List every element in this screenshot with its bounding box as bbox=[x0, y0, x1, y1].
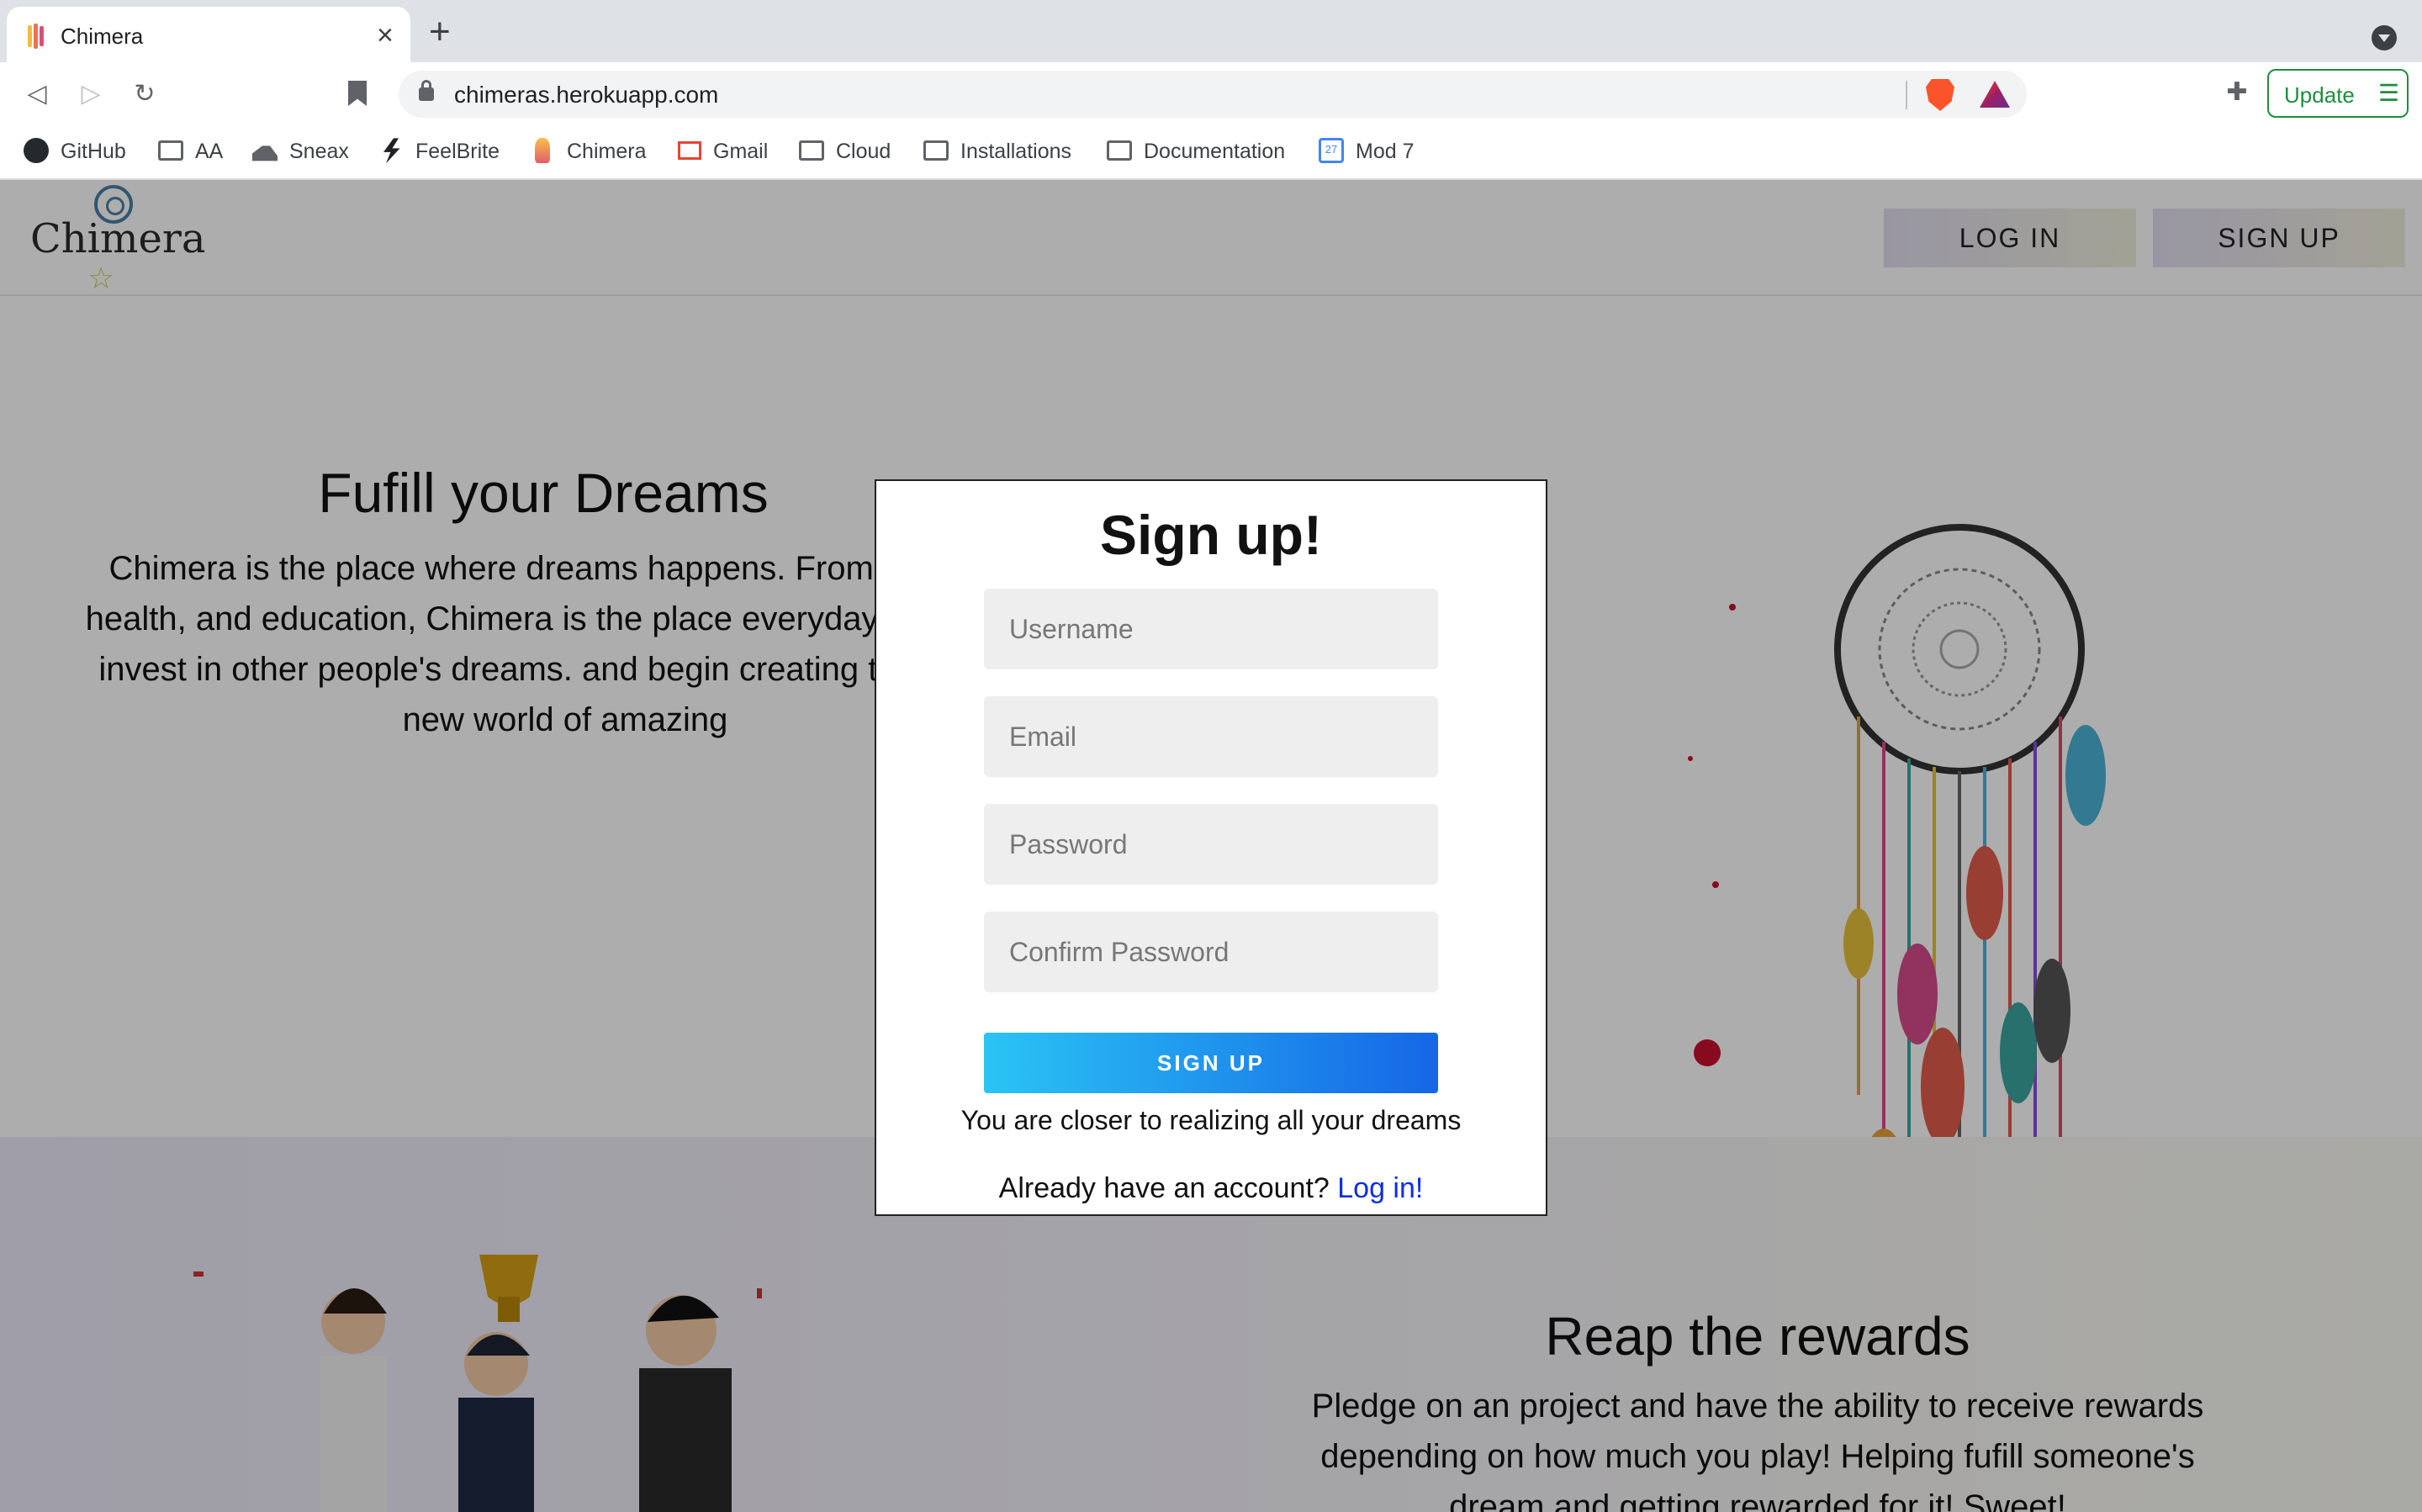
reload-icon[interactable]: ↻ bbox=[128, 77, 161, 111]
confirm-password-input[interactable] bbox=[984, 912, 1438, 992]
update-button[interactable]: Update ☰ bbox=[2267, 69, 2409, 118]
bookmark-icon[interactable] bbox=[348, 81, 367, 106]
folder-icon bbox=[799, 140, 824, 161]
bookmark-aa[interactable]: AA bbox=[158, 136, 223, 167]
signup-modal: Sign up! SIGN UP You are closer to reali… bbox=[875, 479, 1547, 1216]
web-page: Chimera ☆ LOG IN SIGN UP Fufill your Dre… bbox=[0, 180, 2422, 1512]
calendar-icon: 27 bbox=[1319, 138, 1344, 164]
signup-submit-button[interactable]: SIGN UP bbox=[984, 1033, 1438, 1093]
modal-title: Sign up! bbox=[1100, 504, 1322, 566]
omnibox-divider bbox=[1906, 81, 1907, 109]
github-icon bbox=[24, 138, 49, 164]
password-input[interactable] bbox=[984, 804, 1438, 885]
bookmark-mod7[interactable]: 27 Mod 7 bbox=[1319, 136, 1414, 167]
chimera-favicon-icon bbox=[28, 24, 44, 49]
lock-icon bbox=[419, 80, 434, 101]
login-prompt: Already have an account? Log in! bbox=[876, 1172, 1546, 1205]
address-bar[interactable]: chimeras.herokuapp.com bbox=[399, 71, 2027, 118]
folder-icon bbox=[158, 140, 183, 161]
menu-icon: ☰ bbox=[2378, 80, 2400, 106]
email-input[interactable] bbox=[984, 696, 1438, 777]
bookmark-label: Documentation bbox=[1144, 140, 1286, 163]
bookmark-label: Gmail bbox=[713, 140, 769, 163]
bookmark-label: GitHub bbox=[61, 140, 126, 163]
url-text[interactable]: chimeras.herokuapp.com bbox=[454, 82, 718, 108]
bookmark-installations[interactable]: Installations bbox=[923, 136, 1071, 167]
gmail-icon bbox=[678, 141, 701, 161]
bookmark-sneax[interactable]: Sneax bbox=[252, 136, 349, 167]
login-link[interactable]: Log in! bbox=[1337, 1172, 1423, 1204]
bookmark-label: FeelBrite bbox=[415, 140, 500, 163]
bolt-icon bbox=[383, 138, 400, 164]
brave-rewards-icon[interactable] bbox=[1980, 81, 2010, 108]
tab-title: Chimera bbox=[61, 24, 144, 49]
folder-icon bbox=[923, 140, 949, 161]
browser-tab[interactable]: Chimera × bbox=[7, 7, 410, 62]
bookmark-cloud[interactable]: Cloud bbox=[799, 136, 891, 167]
bookmark-gmail[interactable]: Gmail bbox=[678, 136, 768, 167]
bookmark-github[interactable]: GitHub bbox=[24, 136, 126, 167]
bookmark-label: Sneax bbox=[289, 140, 349, 163]
back-icon[interactable]: ◁ bbox=[20, 77, 54, 111]
update-label: Update bbox=[2284, 82, 2355, 108]
bookmark-label: Mod 7 bbox=[1356, 140, 1415, 163]
bookmark-label: Cloud bbox=[836, 140, 891, 163]
login-prompt-text: Already have an account? bbox=[998, 1172, 1338, 1204]
chimera-icon bbox=[535, 138, 550, 164]
extensions-puzzle-icon[interactable]: ✚ bbox=[2224, 79, 2250, 106]
bookmarks-bar: GitHub AA Sneax FeelBrite Chimera Gmail … bbox=[0, 124, 2422, 180]
modal-tagline: You are closer to realizing all your dre… bbox=[960, 1105, 1462, 1135]
bookmark-label: Installations bbox=[960, 140, 1072, 163]
new-tab-icon[interactable]: + bbox=[429, 13, 451, 50]
tab-search-icon[interactable] bbox=[2372, 25, 2397, 50]
bookmark-feelbrite[interactable]: FeelBrite bbox=[378, 136, 500, 167]
bookmark-documentation[interactable]: Documentation bbox=[1107, 136, 1285, 167]
forward-icon[interactable]: ▷ bbox=[74, 77, 108, 111]
bookmark-label: AA bbox=[195, 140, 224, 163]
tab-close-icon[interactable]: × bbox=[377, 19, 394, 52]
brave-shields-icon[interactable] bbox=[1926, 79, 1954, 111]
browser-toolbar: ◁ ▷ ↻ chimeras.herokuapp.com ✚ Update ☰ bbox=[0, 62, 2422, 124]
bookmark-chimera[interactable]: Chimera bbox=[530, 136, 646, 167]
folder-icon bbox=[1107, 140, 1132, 161]
browser-tab-bar: Chimera × + bbox=[0, 0, 2422, 62]
sneaker-icon bbox=[252, 145, 278, 161]
username-input[interactable] bbox=[984, 589, 1438, 669]
bookmark-label: Chimera bbox=[567, 140, 647, 163]
